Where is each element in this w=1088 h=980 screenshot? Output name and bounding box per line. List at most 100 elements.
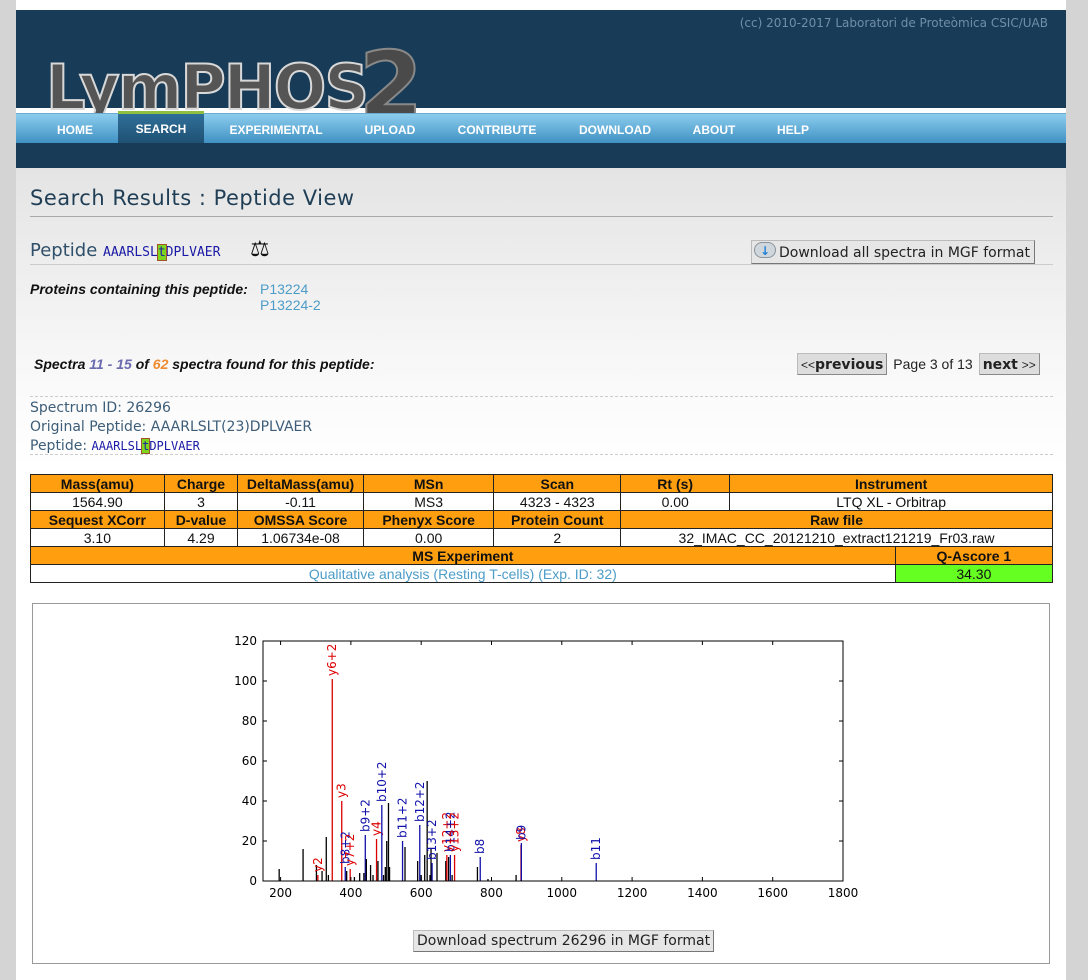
previous-arrows: << [801, 358, 816, 372]
download-all-label: Download all spectra in MGF format [779, 245, 1030, 261]
nav-download[interactable]: DOWNLOAD [572, 114, 658, 144]
deltamass-value: -0.11 [237, 492, 364, 511]
peptide-divider [30, 264, 1053, 265]
nav-search[interactable]: SEARCH [118, 111, 204, 146]
pagination: <<previous Page 3 of 13 next >> [797, 353, 1040, 375]
next-arrows: >> [1021, 358, 1036, 372]
peak-label: b9 [514, 825, 528, 840]
x-tick-label: 1800 [828, 886, 859, 900]
peptide-label: Peptide [30, 240, 98, 261]
main-nav: HOME SEARCH EXPERIMENTAL UPLOAD CONTRIBU… [16, 111, 1066, 146]
y-tick-label: 100 [234, 674, 257, 688]
col-msn: MSn [362, 474, 495, 493]
y-tick-label: 120 [234, 634, 257, 648]
download-all-spectra-button[interactable]: Download all spectra in MGF format [751, 240, 1035, 264]
ms-experiment-link[interactable]: Qualitative analysis (Resting T-cells) (… [30, 564, 896, 583]
seq-after: DPLVAER [149, 439, 200, 453]
table-row: 1564.90 3 -0.11 MS3 4323 - 4323 0.00 LTQ… [30, 492, 1053, 511]
dvalue-value: 4.29 [163, 528, 239, 547]
col-charge: Charge [163, 474, 239, 493]
col-scan: Scan [493, 474, 622, 493]
x-tick-label: 800 [480, 886, 503, 900]
table-header-row: Mass(amu) Charge DeltaMass(amu) MSn Scan… [30, 474, 1053, 493]
previous-button[interactable]: <<previous [797, 353, 888, 375]
spectrum-metadata-table: Mass(amu) Charge DeltaMass(amu) MSn Scan… [30, 474, 1054, 583]
col-instrument: Instrument [729, 474, 1053, 493]
page: LymPHOS2 (cc) 2010-2017 Laboratori de Pr… [16, 0, 1066, 980]
spectra-suffix: spectra found for this peptide: [172, 356, 375, 372]
protein-link[interactable]: P13224-2 [260, 297, 321, 313]
spectrum-peptide-sequence: AAARLSLtDPLVAER [91, 438, 200, 454]
site-header: LymPHOS2 (cc) 2010-2017 Laboratori de Pr… [16, 10, 1066, 140]
peak-label: b11+2 [396, 797, 410, 838]
spectra-total: 62 [152, 356, 169, 372]
table-row: Qualitative analysis (Resting T-cells) (… [30, 564, 1054, 583]
nav-underbar [16, 143, 1066, 168]
previous-label: previous [815, 357, 884, 373]
mass-value: 1564.90 [30, 492, 165, 511]
protein-count-value: 2 [493, 528, 622, 547]
x-tick-label: 1000 [547, 886, 578, 900]
x-tick-label: 600 [410, 886, 433, 900]
col-protein-count: Protein Count [493, 510, 622, 529]
col-rt: Rt (s) [620, 474, 731, 493]
table-header-row: MS Experiment Q-Ascore 1 [30, 546, 1054, 565]
proteins-label: Proteins containing this peptide: [30, 281, 248, 297]
col-raw-file: Raw file [620, 510, 1053, 529]
nav-home[interactable]: HOME [46, 114, 104, 144]
col-xcorr: Sequest XCorr [30, 510, 165, 529]
spectra-range: 11 - 15 [89, 356, 132, 372]
rt-value: 0.00 [620, 492, 731, 511]
balance-scale-icon[interactable]: ⚖ [250, 236, 270, 262]
col-phenyx: Phenyx Score [362, 510, 495, 529]
y-tick-label: 40 [242, 794, 257, 808]
x-tick-label: 1600 [757, 886, 788, 900]
col-dvalue: D-value [163, 510, 239, 529]
col-deltamass: DeltaMass(amu) [237, 474, 364, 493]
page-title: Search Results : Peptide View [30, 186, 355, 210]
msn-value: MS3 [362, 492, 495, 511]
spectrum-chart: y2y6+2y3b8+2y7+2b9+2y4b10+2b11+2 b12+2b13… [234, 634, 859, 900]
spectrum-divider-bottom [30, 454, 1053, 455]
x-tick-label: 400 [339, 886, 362, 900]
y-tick-label: 20 [242, 834, 257, 848]
q-ascore-value: 34.30 [894, 564, 1054, 583]
y-tick-label: 60 [242, 754, 257, 768]
nav-experimental[interactable]: EXPERIMENTAL [220, 114, 332, 144]
nav-upload[interactable]: UPLOAD [356, 114, 424, 144]
nav-help[interactable]: HELP [768, 114, 818, 144]
download-spectrum-button[interactable]: Download spectrum 26296 in MGF format [413, 930, 715, 952]
x-tick-label: 1200 [617, 886, 648, 900]
next-button[interactable]: next >> [978, 353, 1040, 375]
seq-before: AAARLSL [103, 245, 158, 260]
peak-label: b11 [589, 837, 603, 860]
protein-link[interactable]: P13224 [260, 281, 321, 297]
title-divider [30, 216, 1053, 217]
y-tick-label: 0 [249, 874, 257, 888]
table-row: 3.10 4.29 1.06734e-08 0.00 2 32_IMAC_CC_… [30, 528, 1053, 547]
peptide-heading: Peptide AAARLSLtDPLVAER [30, 240, 220, 261]
y-tick-label: 80 [242, 714, 257, 728]
main-content: Search Results : Peptide View Peptide AA… [16, 168, 1066, 980]
nav-about[interactable]: ABOUT [684, 114, 744, 144]
instrument-value: LTQ XL - Orbitrap [729, 492, 1053, 511]
seq-after: DPLVAER [165, 245, 221, 260]
scan-value: 4323 - 4323 [493, 492, 622, 511]
xcorr-value: 3.10 [30, 528, 165, 547]
table-header-row: Sequest XCorr D-value OMSSA Score Phenyx… [30, 510, 1053, 529]
page-info: Page 3 of 13 [893, 356, 973, 372]
peak-label: y6+2 [325, 644, 339, 676]
omssa-value: 1.06734e-08 [237, 528, 364, 547]
seq-before: AAARLSL [91, 439, 143, 453]
peak-label: y3 [335, 783, 349, 798]
of-label: of [135, 356, 149, 372]
copyright-text: (cc) 2010-2017 Laboratori de Proteòmica … [739, 16, 1048, 30]
peak-label: b10+2 [375, 761, 389, 802]
charge-value: 3 [163, 492, 239, 511]
nav-contribute[interactable]: CONTRIBUTE [448, 114, 546, 144]
spectrum-chart-panel: y2 y6+2 y3 b8+2 y7+2 b9+2 y4 b10+2 b11+2 b12+2 b13… [32, 603, 1050, 964]
cloud-download-icon [754, 240, 776, 262]
col-omssa: OMSSA Score [237, 510, 364, 529]
peak-label: b12+2 [413, 781, 427, 822]
spectrum-peptide-label: Peptide: [30, 438, 88, 454]
